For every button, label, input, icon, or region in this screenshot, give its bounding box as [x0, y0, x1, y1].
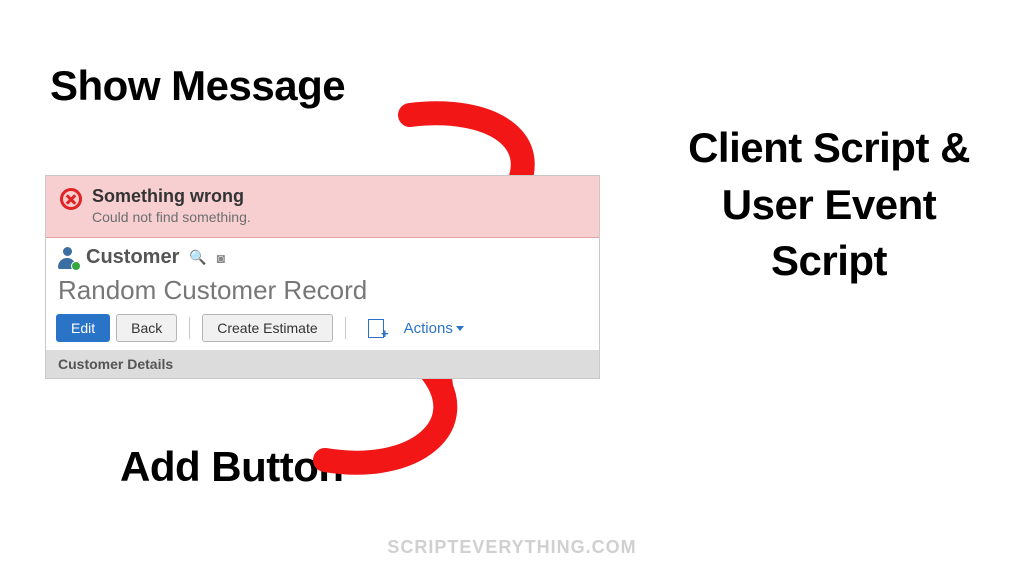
record-panel: Something wrong Could not find something… — [45, 175, 600, 379]
create-estimate-button[interactable]: Create Estimate — [202, 314, 332, 342]
new-document-icon[interactable] — [368, 319, 384, 338]
actions-label: Actions — [404, 320, 453, 337]
record-header: Customer 🔍 ◙ — [46, 238, 599, 275]
button-divider-2 — [345, 317, 346, 339]
expand-icon[interactable]: ◙ — [217, 250, 225, 266]
alert-banner: Something wrong Could not find something… — [46, 176, 599, 238]
button-divider — [189, 317, 190, 339]
chevron-down-icon — [456, 326, 464, 331]
record-title: Random Customer Record — [46, 275, 599, 312]
side-title: Client Script & User Event Script — [684, 120, 974, 290]
section-customer-details: Customer Details — [46, 350, 599, 378]
edit-button[interactable]: Edit — [56, 314, 110, 342]
search-icon[interactable]: 🔍 — [189, 249, 206, 266]
callout-show-message: Show Message — [50, 62, 345, 110]
record-type: Customer — [86, 246, 179, 269]
alert-subtitle: Could not find something. — [92, 209, 251, 225]
alert-title: Something wrong — [92, 186, 251, 207]
actions-menu[interactable]: Actions — [404, 320, 464, 337]
watermark: SCRIPTEVERYTHING.COM — [387, 537, 636, 558]
customer-icon — [58, 247, 78, 269]
error-icon — [60, 188, 82, 210]
back-button[interactable]: Back — [116, 314, 177, 342]
button-row: Edit Back Create Estimate Actions — [46, 312, 599, 350]
